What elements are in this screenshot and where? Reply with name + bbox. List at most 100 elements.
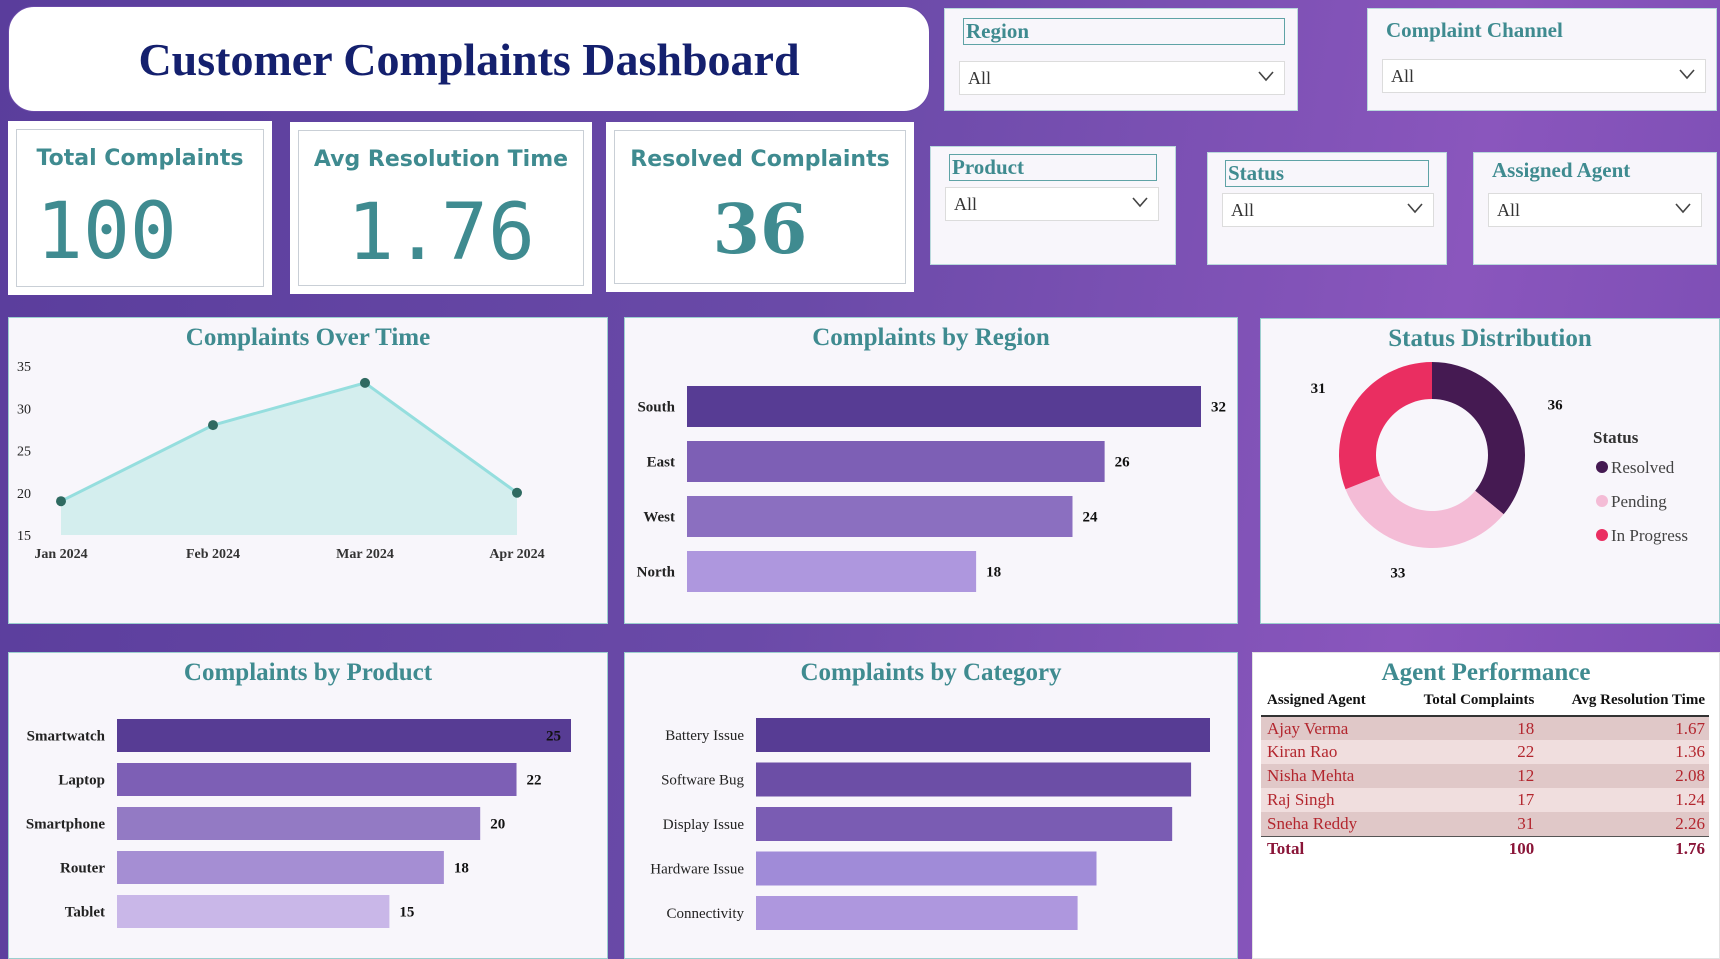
table-row[interactable]: Sneha Reddy 31 2.26 bbox=[1261, 812, 1709, 836]
bar-value-label: 32 bbox=[1211, 400, 1226, 416]
y-tick-label: 30 bbox=[17, 402, 31, 417]
chevron-down-icon bbox=[1675, 203, 1691, 214]
avg-resolution-cell: 2.26 bbox=[1675, 813, 1705, 833]
slicer-region-label: Region bbox=[963, 18, 1285, 45]
panel-complaints-by-product: Complaints by Product Smartwatch 25 Laptop… bbox=[8, 652, 608, 959]
kpi-avg-label: Avg Resolution Time bbox=[313, 147, 569, 172]
agent-name-cell: Nisha Mehta bbox=[1267, 766, 1355, 785]
panel-complaints-by-region: Complaints by Region South 32 East 26 West 24… bbox=[624, 317, 1238, 624]
total-complaints-cell: 18 bbox=[1517, 718, 1535, 738]
total-complaints-cell: 17 bbox=[1517, 790, 1535, 809]
avg-resolution-cell: 1.24 bbox=[1675, 790, 1705, 809]
slice-value-label: 31 bbox=[1311, 381, 1326, 397]
panel-complaints-over-time: Complaints Over Time 15 20 25 30 35 Jan 2024 F… bbox=[8, 317, 608, 624]
category-label: Display Issue bbox=[663, 817, 745, 833]
bar bbox=[756, 718, 1210, 752]
category-label: West bbox=[643, 510, 675, 526]
agent-name-cell: Ajay Verma bbox=[1267, 718, 1349, 738]
bar-value-label: 24 bbox=[1083, 510, 1099, 526]
complaint-channel-dropdown[interactable]: All bbox=[1382, 59, 1706, 93]
category-label: Connectivity bbox=[667, 906, 745, 922]
x-tick-label: Apr 2024 bbox=[489, 547, 544, 562]
assigned-agent-dropdown-value: All bbox=[1497, 200, 1521, 220]
complaints-by-region-chart: South 32 East 26 West 24 North 18 bbox=[637, 386, 1226, 592]
chevron-down-icon bbox=[1407, 203, 1423, 214]
bar bbox=[117, 851, 444, 884]
bar-value-label: 20 bbox=[490, 817, 505, 833]
region-dropdown[interactable]: All bbox=[959, 61, 1285, 95]
chevron-down-icon bbox=[1258, 71, 1274, 82]
agent-performance-table: Assigned Agent Total Complaints Avg Reso… bbox=[1261, 686, 1709, 862]
table-row[interactable]: Ajay Verma 18 1.67 bbox=[1261, 716, 1709, 740]
donut-slice bbox=[1339, 362, 1432, 490]
total-complaints-cell: 31 bbox=[1517, 813, 1535, 833]
kpi-avg-resolution: Avg Resolution Time 1.76 bbox=[290, 122, 592, 294]
category-label: Software Bug bbox=[661, 773, 744, 789]
slice-value-label: 33 bbox=[1390, 566, 1405, 582]
bar bbox=[687, 386, 1201, 427]
category-label: Battery Issue bbox=[665, 728, 744, 744]
kpi-total-value: 100 bbox=[36, 187, 177, 277]
slicer-assigned-agent[interactable]: Assigned Agent All bbox=[1473, 152, 1717, 265]
col-header-avg[interactable]: Avg Resolution Time bbox=[1535, 686, 1709, 716]
bar-value-label: 18 bbox=[986, 565, 1001, 581]
bar-value-label: 22 bbox=[527, 773, 542, 789]
slicer-status[interactable]: Status All bbox=[1207, 152, 1447, 265]
complaints-by-product-chart: Smartwatch 25 Laptop 22 Smartphone 20 Router 18… bbox=[26, 719, 571, 928]
slicer-status-label: Status bbox=[1225, 160, 1429, 187]
slicer-region[interactable]: Region All bbox=[944, 8, 1298, 111]
agent-name-cell: Raj Singh bbox=[1267, 790, 1335, 809]
x-tick-label: Jan 2024 bbox=[34, 547, 87, 562]
x-tick-label: Feb 2024 bbox=[186, 547, 240, 562]
legend-item: In Progress bbox=[1611, 526, 1688, 545]
col-header-agent[interactable]: Assigned Agent bbox=[1261, 686, 1394, 716]
y-tick-label: 35 bbox=[17, 360, 31, 375]
category-label: Hardware Issue bbox=[650, 862, 744, 878]
product-dropdown[interactable]: All bbox=[945, 187, 1159, 221]
panel-agent-performance: Agent Performance Assigned Agent Total C… bbox=[1252, 652, 1720, 959]
agent-table-total-row: Total 100 1.76 bbox=[1261, 836, 1709, 862]
category-label: Smartphone bbox=[26, 817, 106, 833]
bar bbox=[117, 763, 517, 796]
slicer-complaint-channel[interactable]: Complaint Channel All bbox=[1367, 8, 1717, 111]
category-label: Tablet bbox=[65, 905, 105, 921]
avg-resolution-cell: 1.67 bbox=[1675, 718, 1705, 738]
dashboard-title-box: Customer Complaints Dashboard bbox=[8, 6, 930, 112]
bar bbox=[756, 807, 1173, 841]
total-label: Total bbox=[1267, 839, 1305, 859]
category-label: North bbox=[637, 565, 676, 581]
table-row[interactable]: Nisha Mehta 12 2.08 bbox=[1261, 764, 1709, 788]
table-row[interactable]: Raj Singh 17 1.24 bbox=[1261, 788, 1709, 812]
slicer-product-label: Product bbox=[949, 154, 1157, 181]
bar bbox=[756, 896, 1078, 930]
agent-title: Agent Performance bbox=[1381, 659, 1591, 686]
bar bbox=[687, 496, 1073, 537]
donut-slice bbox=[1432, 362, 1525, 515]
y-tick-label: 25 bbox=[17, 445, 31, 460]
panel-status-distribution: Status Distribution 36 33 31 Status Resolved… bbox=[1260, 318, 1720, 624]
col-header-total[interactable]: Total Complaints bbox=[1394, 686, 1536, 716]
complaint-channel-dropdown-value: All bbox=[1391, 66, 1415, 86]
category-label: South bbox=[637, 400, 675, 416]
assigned-agent-dropdown[interactable]: All bbox=[1488, 193, 1702, 227]
slice-value-label: 36 bbox=[1548, 397, 1564, 413]
data-point bbox=[208, 420, 218, 431]
legend-title: Status bbox=[1593, 428, 1639, 447]
chevron-down-icon bbox=[1132, 197, 1148, 208]
bar-value-label: 18 bbox=[454, 861, 469, 877]
status-dropdown[interactable]: All bbox=[1222, 193, 1434, 227]
legend-item: Resolved bbox=[1611, 458, 1675, 477]
slicer-product[interactable]: Product All bbox=[930, 146, 1176, 265]
table-row[interactable]: Kiran Rao 22 1.36 bbox=[1261, 740, 1709, 764]
legend-marker bbox=[1596, 461, 1608, 473]
bar bbox=[687, 551, 977, 592]
bar-value-label: 25 bbox=[546, 729, 561, 745]
kpi-total-complaints: Total Complaints 100 bbox=[8, 121, 272, 295]
bar bbox=[117, 719, 571, 752]
category-label: Laptop bbox=[58, 773, 105, 789]
total-avg-resolution: 1.76 bbox=[1675, 839, 1705, 859]
bar bbox=[117, 807, 481, 840]
slicer-assigned-agent-label: Assigned Agent bbox=[1492, 158, 1631, 182]
category-label: Smartwatch bbox=[27, 729, 106, 745]
category-label: East bbox=[647, 455, 675, 471]
